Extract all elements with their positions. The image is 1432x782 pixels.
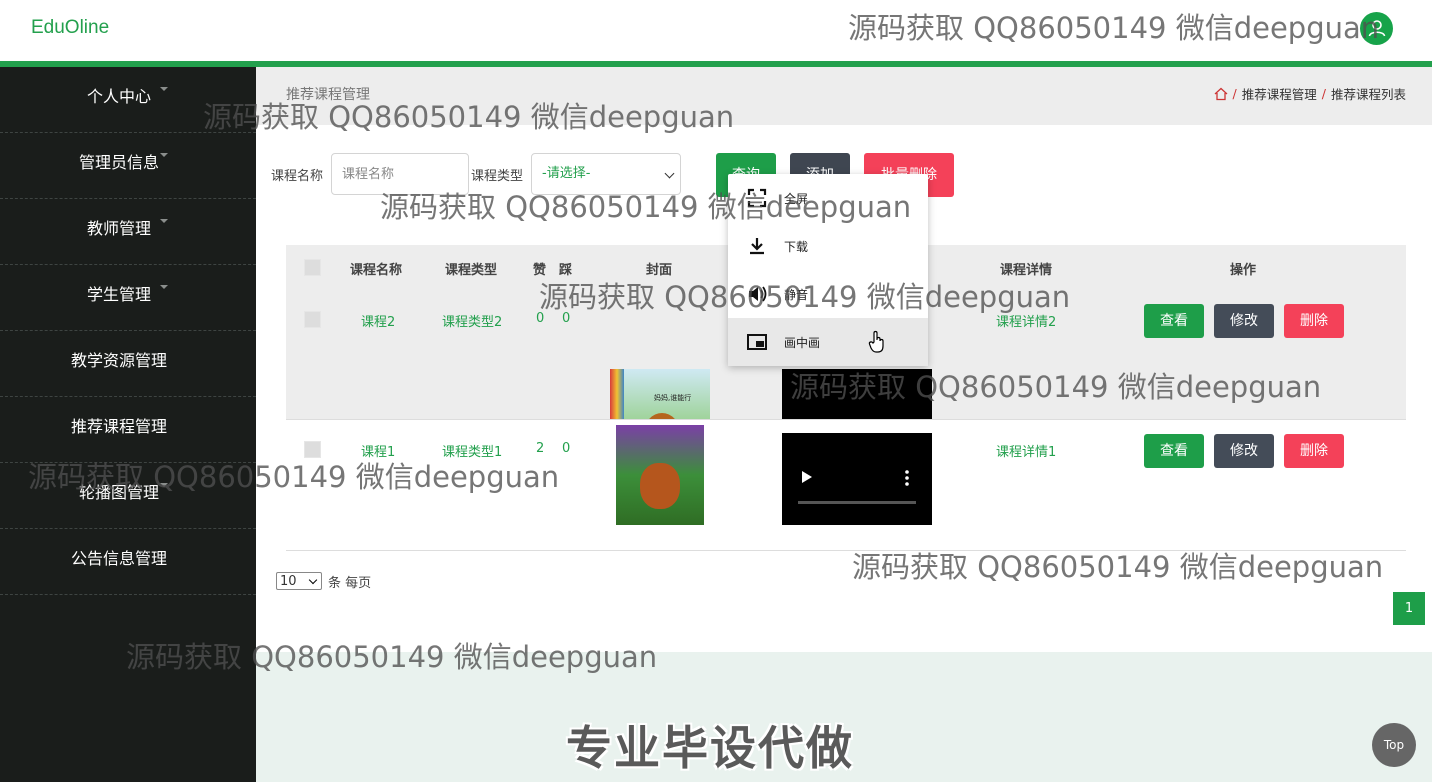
sidebar-item-label: 学生管理 [86,285,151,304]
play-icon[interactable] [800,469,814,485]
delete-button[interactable]: 删除 [1284,304,1344,338]
course-type-select[interactable]: -请选择- [531,153,681,195]
chevron-down-icon [308,575,318,585]
chevron-down-icon [160,483,168,487]
cover-image [616,425,704,525]
sidebar-item-label: 轮播图管理 [78,483,159,502]
video-progress-bar[interactable] [798,501,916,504]
menu-item-download[interactable]: 下载 [728,222,928,270]
page-title: 推荐课程管理 [286,87,370,103]
row-checkbox[interactable] [304,311,321,328]
chevron-down-icon [160,285,168,289]
home-icon[interactable] [1214,87,1228,101]
menu-item-label: 全屏 [784,192,809,206]
video-context-menu: 全屏 下载 静音 画中画 [728,174,928,366]
sidebar-item-label: 推荐课程管理 [70,417,167,436]
fullscreen-icon [747,188,767,208]
sidebar-item-label: 管理员信息 [78,153,159,172]
back-to-top-button[interactable]: Top [1372,723,1416,767]
volume-icon [749,286,767,302]
cover-title: 妈妈,谁能行 [654,394,692,402]
menu-item-mute[interactable]: 静音 [728,270,928,318]
video-player[interactable] [782,433,932,525]
course-type-cell: 课程类型2 [442,315,503,330]
page-size-select[interactable]: 10 [276,572,322,590]
sidebar-item-admin-info[interactable]: 管理员信息 [0,133,256,199]
sidebar-item-announcements[interactable]: 公告信息管理 [0,529,256,595]
column-header: 课程详情 [1000,263,1053,278]
brand-logo[interactable]: EduOline [31,17,109,39]
column-header: 赞 [533,263,547,278]
row-checkbox[interactable] [304,441,321,458]
breadcrumb: / 推荐课程管理 / 推荐课程列表 [1214,84,1406,103]
select-all-checkbox[interactable] [304,259,321,276]
chevron-down-icon [160,87,168,91]
chevron-down-icon [664,168,675,179]
likes-cell: 0 [536,311,545,326]
course-name-label: 课程名称 [271,169,324,184]
column-header: 踩 [559,263,573,278]
sidebar-item-students[interactable]: 学生管理 [0,265,256,331]
chevron-down-icon [160,219,168,223]
select-value: -请选择- [542,166,591,181]
sidebar-item-label: 个人中心 [86,87,151,106]
sidebar-item-personal-center[interactable]: 个人中心 [0,67,256,133]
chevron-down-icon [160,153,168,157]
view-button[interactable]: 查看 [1144,304,1204,338]
sidebar-item-teachers[interactable]: 教师管理 [0,199,256,265]
course-detail-cell: 课程详情1 [996,445,1057,460]
likes-cell: 2 [536,441,545,456]
dislikes-cell: 0 [562,441,571,456]
menu-item-fullscreen[interactable]: 全屏 [728,174,928,222]
delete-button[interactable]: 删除 [1284,434,1344,468]
page-button-1[interactable]: 1 [1393,592,1425,625]
more-vert-icon[interactable] [902,469,912,487]
edit-button[interactable]: 修改 [1214,304,1274,338]
menu-item-label: 静音 [784,288,809,302]
course-type-cell: 课程类型1 [442,445,503,460]
per-page-label: 条 每页 [328,576,372,591]
column-header: 课程类型 [445,263,498,278]
sidebar-item-carousel[interactable]: 轮播图管理 [0,463,256,529]
picture-in-picture-icon [747,334,767,350]
course-detail-cell: 课程详情2 [996,315,1057,330]
course-name-input[interactable] [331,153,469,195]
edit-button[interactable]: 修改 [1214,434,1274,468]
breadcrumb-item[interactable]: 推荐课程管理 [1242,84,1317,103]
cover-character [640,463,680,509]
breadcrumb-bar: 推荐课程管理 / 推荐课程管理 / 推荐课程列表 [256,67,1432,125]
sidebar: 个人中心 管理员信息 教师管理 学生管理 教学资源管理 推荐课程管理 轮播图管理… [0,67,256,782]
download-icon [750,238,764,255]
menu-item-label: 画中画 [784,336,821,350]
column-header: 封面 [646,263,673,278]
page-size-value: 10 [280,574,297,589]
course-name-cell: 课程1 [361,445,396,460]
sidebar-item-recommended-courses[interactable]: 推荐课程管理 [0,397,256,463]
dislikes-cell: 0 [562,311,571,326]
breadcrumb-separator: / [1321,86,1326,101]
promo-banner: 专业毕设代做 [566,721,854,775]
sidebar-item-resources[interactable]: 教学资源管理 [0,331,256,397]
sidebar-item-label: 教师管理 [86,219,151,238]
course-type-label: 课程类型 [471,169,524,184]
menu-item-label: 下载 [784,240,809,254]
view-button[interactable]: 查看 [1144,434,1204,468]
hand-cursor-icon [868,330,884,353]
breadcrumb-separator: / [1232,86,1237,101]
sidebar-item-label: 公告信息管理 [70,549,167,568]
user-icon [1368,20,1386,37]
course-name-cell: 课程2 [361,315,396,330]
breadcrumb-item: 推荐课程列表 [1330,87,1406,102]
top-bar: EduOline [0,0,1432,61]
column-header: 课程名称 [350,263,403,278]
sidebar-item-label: 教学资源管理 [70,351,167,370]
user-avatar[interactable] [1360,12,1393,45]
column-header: 操作 [1230,263,1257,278]
menu-item-picture-in-picture[interactable]: 画中画 [728,318,928,366]
